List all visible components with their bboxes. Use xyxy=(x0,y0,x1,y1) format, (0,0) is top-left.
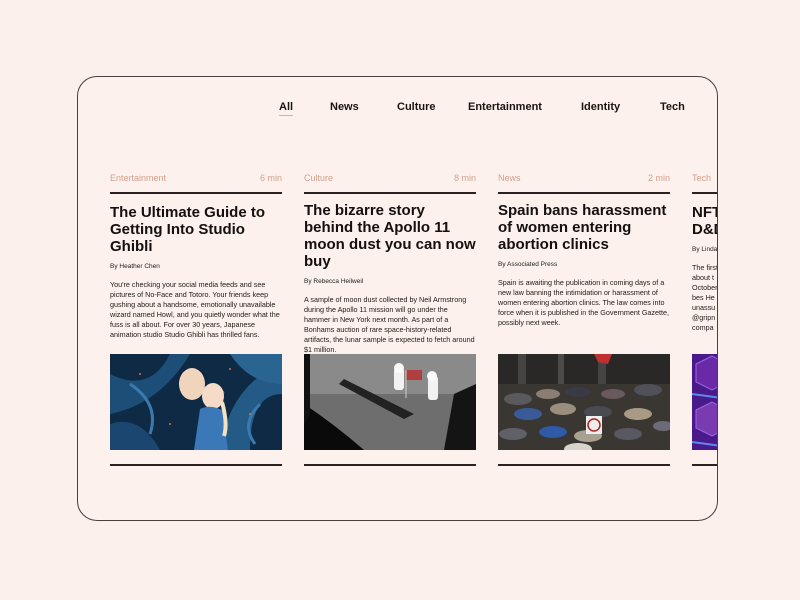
article-category[interactable]: Tech xyxy=(692,173,711,185)
article-card[interactable]: News 2 min Spain bans harassment of wome… xyxy=(498,173,670,328)
article-card[interactable]: Culture 8 min The bizarre story behind t… xyxy=(304,173,476,355)
tab-identity[interactable]: Identity xyxy=(581,101,620,113)
article-excerpt: You're checking your social media feeds … xyxy=(110,279,280,339)
article-image-protest[interactable] xyxy=(498,354,670,450)
tab-culture[interactable]: Culture xyxy=(397,101,436,113)
article-byline: By Rebecca Heilweil xyxy=(304,277,364,285)
article-category[interactable]: Entertainment xyxy=(110,173,166,185)
category-nav: All News Culture Entertainment Identity … xyxy=(78,101,717,121)
article-read-time: 6 min xyxy=(259,173,282,183)
article-card[interactable]: Entertainment 6 min The Ultimate Guide t… xyxy=(110,173,282,340)
article-title[interactable]: The Ultimate Guide to Getting Into Studi… xyxy=(110,204,282,255)
article-byline: By Linda xyxy=(692,245,718,253)
article-excerpt: The first about t October the bes He got… xyxy=(692,262,718,332)
divider xyxy=(498,192,670,194)
article-excerpt: A sample of moon dust collected by Neil … xyxy=(304,294,475,354)
divider xyxy=(110,192,282,194)
divider xyxy=(498,464,670,466)
article-title[interactable]: Spain bans harassment of women entering … xyxy=(498,202,670,253)
tab-entertainment[interactable]: Entertainment xyxy=(468,101,542,113)
article-byline: By Associated Press xyxy=(498,260,558,268)
article-image-anime[interactable] xyxy=(110,354,282,450)
article-image-moon-landing[interactable] xyxy=(304,354,476,450)
article-title[interactable]: NFT D&D xyxy=(692,204,717,238)
article-byline: By Heather Chen xyxy=(110,262,160,270)
divider xyxy=(304,192,476,194)
article-image-nft[interactable] xyxy=(692,354,717,450)
divider xyxy=(692,192,717,194)
divider xyxy=(304,464,476,466)
tab-tech[interactable]: Tech xyxy=(660,101,685,113)
article-excerpt: Spain is awaiting the publication in com… xyxy=(498,277,669,327)
article-card[interactable]: Tech NFT D&D By Linda The first about t … xyxy=(692,173,718,333)
article-category[interactable]: Culture xyxy=(304,173,333,185)
article-category[interactable]: News xyxy=(498,173,521,185)
article-feed-panel: All News Culture Entertainment Identity … xyxy=(77,76,718,521)
article-read-time: 8 min xyxy=(453,173,476,183)
article-title[interactable]: The bizarre story behind the Apollo 11 m… xyxy=(304,202,476,270)
divider xyxy=(110,464,282,466)
article-read-time: 2 min xyxy=(647,173,670,183)
tab-news[interactable]: News xyxy=(330,101,359,113)
divider xyxy=(692,464,717,466)
tab-all[interactable]: All xyxy=(279,101,294,116)
